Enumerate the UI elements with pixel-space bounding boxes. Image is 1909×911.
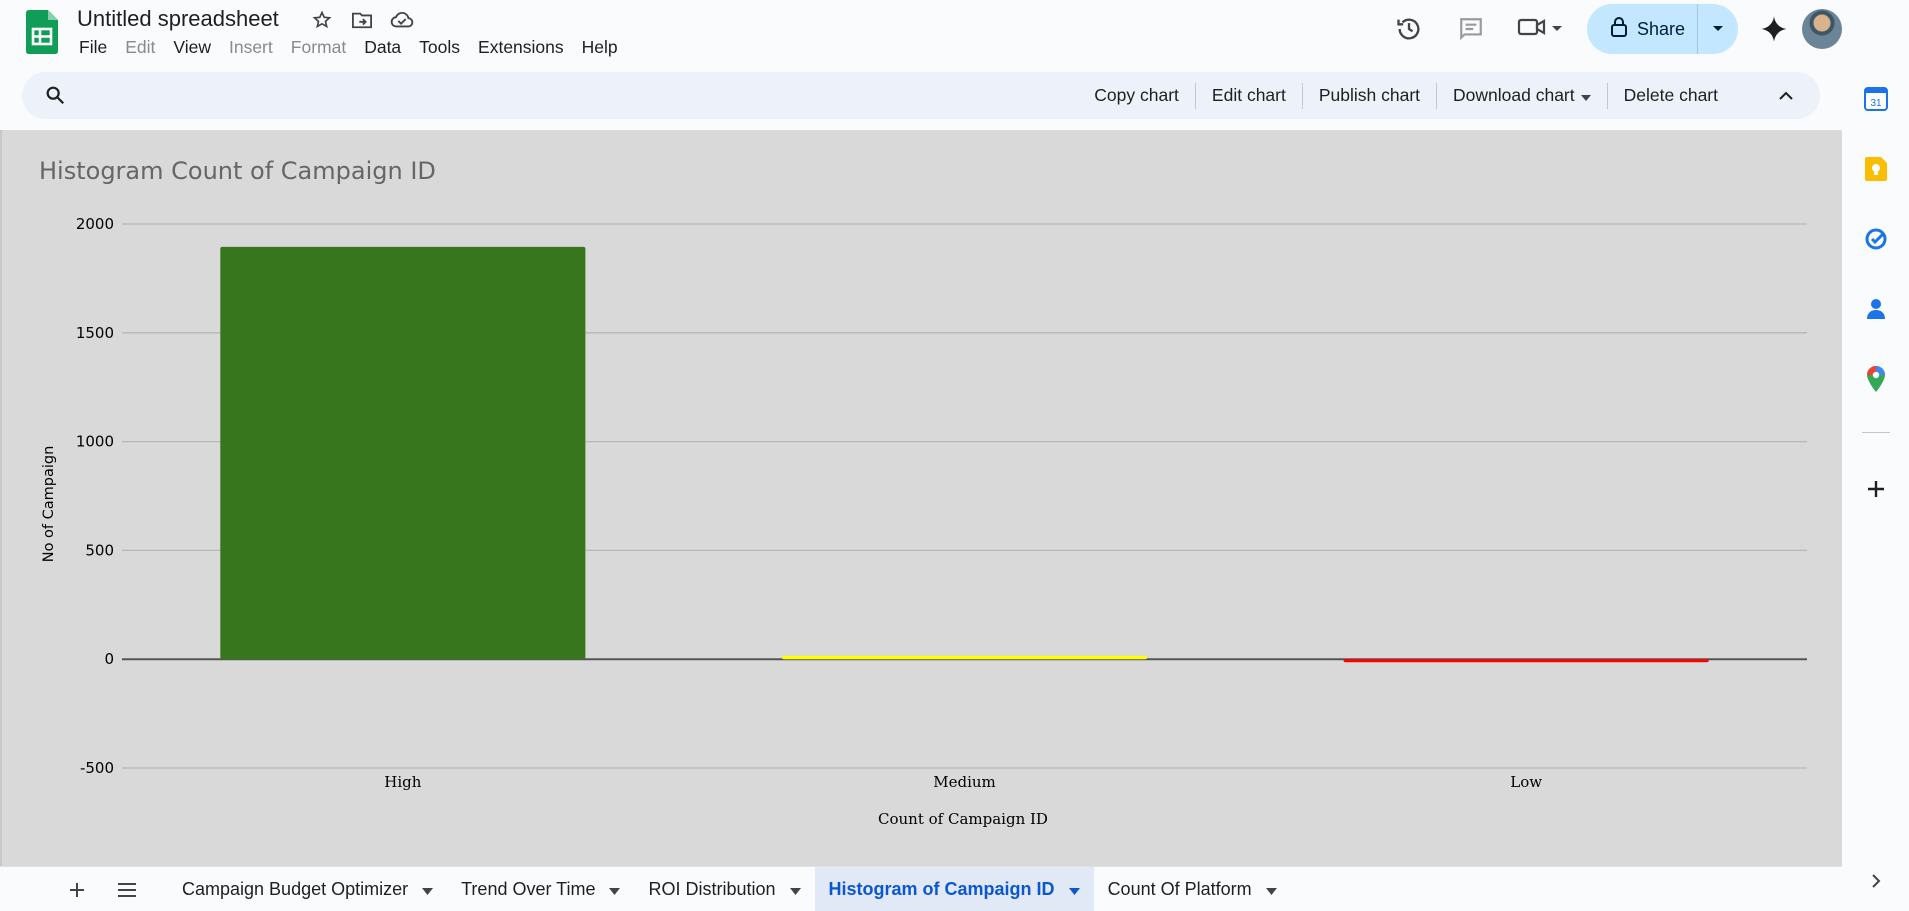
sheet-tab[interactable]: ROI Distribution	[634, 867, 814, 911]
meet-button[interactable]	[1517, 15, 1563, 44]
document-title[interactable]: Untitled spreadsheet	[77, 6, 279, 32]
x-tick-label: High	[384, 773, 421, 791]
download-chart-button[interactable]: Download chart	[1437, 85, 1607, 106]
sheet-tab[interactable]: Trend Over Time	[447, 867, 634, 911]
menu-help[interactable]: Help	[573, 36, 627, 58]
expand-icon[interactable]	[1863, 868, 1889, 894]
menu-view[interactable]: View	[164, 36, 220, 58]
all-sheets-icon[interactable]	[112, 875, 142, 905]
x-tick-label: Medium	[933, 773, 996, 791]
side-panel: 31	[1842, 70, 1909, 911]
top-bar: Untitled spreadsheet File Edit View Inse…	[0, 0, 1842, 70]
tab-menu-icon[interactable]	[422, 879, 434, 900]
share-label: Share	[1636, 18, 1685, 39]
share-button[interactable]: Share	[1587, 4, 1698, 54]
meet-dropdown-icon	[1551, 20, 1563, 38]
sheet-tab-active[interactable]: Histogram of Campaign ID	[814, 867, 1094, 911]
tab-menu-icon[interactable]	[1068, 879, 1080, 900]
sheet-tab-label: Campaign Budget Optimizer	[182, 879, 409, 899]
chart-area[interactable]: Histogram Count of Campaign ID 2000 1500 1…	[0, 130, 1842, 866]
menu-format[interactable]: Format	[282, 36, 355, 58]
sheet-tab-label: Trend Over Time	[461, 879, 596, 899]
x-tick-label: Low	[1510, 773, 1542, 791]
star-icon[interactable]	[308, 8, 336, 32]
y-tick-label: 0	[104, 650, 114, 668]
bar-high[interactable]	[220, 246, 586, 660]
menu-tools[interactable]: Tools	[410, 36, 469, 58]
caret-down-icon	[1580, 85, 1591, 106]
publish-chart-button[interactable]: Publish chart	[1303, 85, 1436, 106]
sheet-tab[interactable]: Campaign Budget Optimizer	[168, 867, 447, 911]
bar-low[interactable]	[1343, 659, 1709, 663]
tab-menu-icon[interactable]	[1265, 879, 1277, 900]
calendar-icon[interactable]: 31	[1863, 86, 1889, 112]
copy-chart-button[interactable]: Copy chart	[1078, 85, 1195, 106]
y-tick-label: 500	[85, 541, 114, 559]
sheet-tab[interactable]: Count Of Platform	[1094, 867, 1291, 911]
tab-menu-icon[interactable]	[609, 879, 621, 900]
sheet-tabs-bar: Campaign Budget Optimizer Trend Over Tim…	[0, 866, 1842, 911]
y-tick-label: -500	[80, 759, 114, 777]
search-icon[interactable]	[44, 84, 68, 108]
comments-icon[interactable]	[1451, 9, 1491, 49]
calendar-day: 31	[1870, 98, 1882, 109]
bar-chart[interactable]: Histogram Count of Campaign ID 2000 1500 1…	[2, 130, 1842, 866]
delete-chart-button[interactable]: Delete chart	[1608, 85, 1734, 106]
y-axis-label: No of Campaign	[41, 446, 57, 563]
keep-icon[interactable]	[1863, 156, 1889, 182]
sheet-tab-label: Histogram of Campaign ID	[828, 879, 1055, 899]
side-divider	[1862, 432, 1890, 433]
collapse-icon[interactable]	[1774, 91, 1798, 101]
y-tick-label: 2000	[76, 215, 114, 233]
move-folder-icon[interactable]	[348, 8, 376, 32]
y-tick-label: 1000	[76, 433, 114, 451]
menu-file[interactable]: File	[70, 36, 116, 58]
menu-insert[interactable]: Insert	[220, 36, 282, 58]
add-icon[interactable]	[1863, 476, 1889, 502]
chart-toolbar: Copy chart Edit chart Publish chart Down…	[22, 72, 1820, 119]
avatar[interactable]	[1802, 9, 1842, 49]
download-chart-label: Download chart	[1453, 85, 1575, 105]
tasks-icon[interactable]	[1863, 226, 1889, 252]
meet-icon	[1517, 15, 1547, 44]
sheet-tab-label: ROI Distribution	[648, 879, 776, 899]
sheet-tab-label: Count Of Platform	[1107, 879, 1252, 899]
history-icon[interactable]	[1389, 9, 1429, 49]
y-tick-label: 1500	[76, 324, 114, 342]
bar-medium[interactable]	[781, 655, 1148, 660]
x-axis-label: Count of Campaign ID	[878, 810, 1048, 828]
menu-bar: File Edit View Insert Format Data Tools …	[70, 36, 627, 58]
lock-icon	[1610, 16, 1627, 42]
chart-title: Histogram Count of Campaign ID	[39, 157, 436, 185]
contacts-icon[interactable]	[1863, 296, 1889, 322]
maps-icon[interactable]	[1863, 366, 1889, 392]
menu-edit[interactable]: Edit	[116, 36, 164, 58]
cloud-status-icon[interactable]	[388, 8, 416, 32]
share-dropdown-button[interactable]	[1698, 4, 1738, 54]
tab-menu-icon[interactable]	[789, 879, 801, 900]
add-sheet-icon[interactable]	[62, 875, 92, 905]
menu-data[interactable]: Data	[355, 36, 410, 58]
edit-chart-button[interactable]: Edit chart	[1196, 85, 1302, 106]
gemini-icon[interactable]	[1754, 9, 1794, 49]
share-group: Share	[1586, 4, 1738, 54]
menu-extensions[interactable]: Extensions	[469, 36, 573, 58]
sheets-logo-icon[interactable]	[26, 10, 58, 54]
